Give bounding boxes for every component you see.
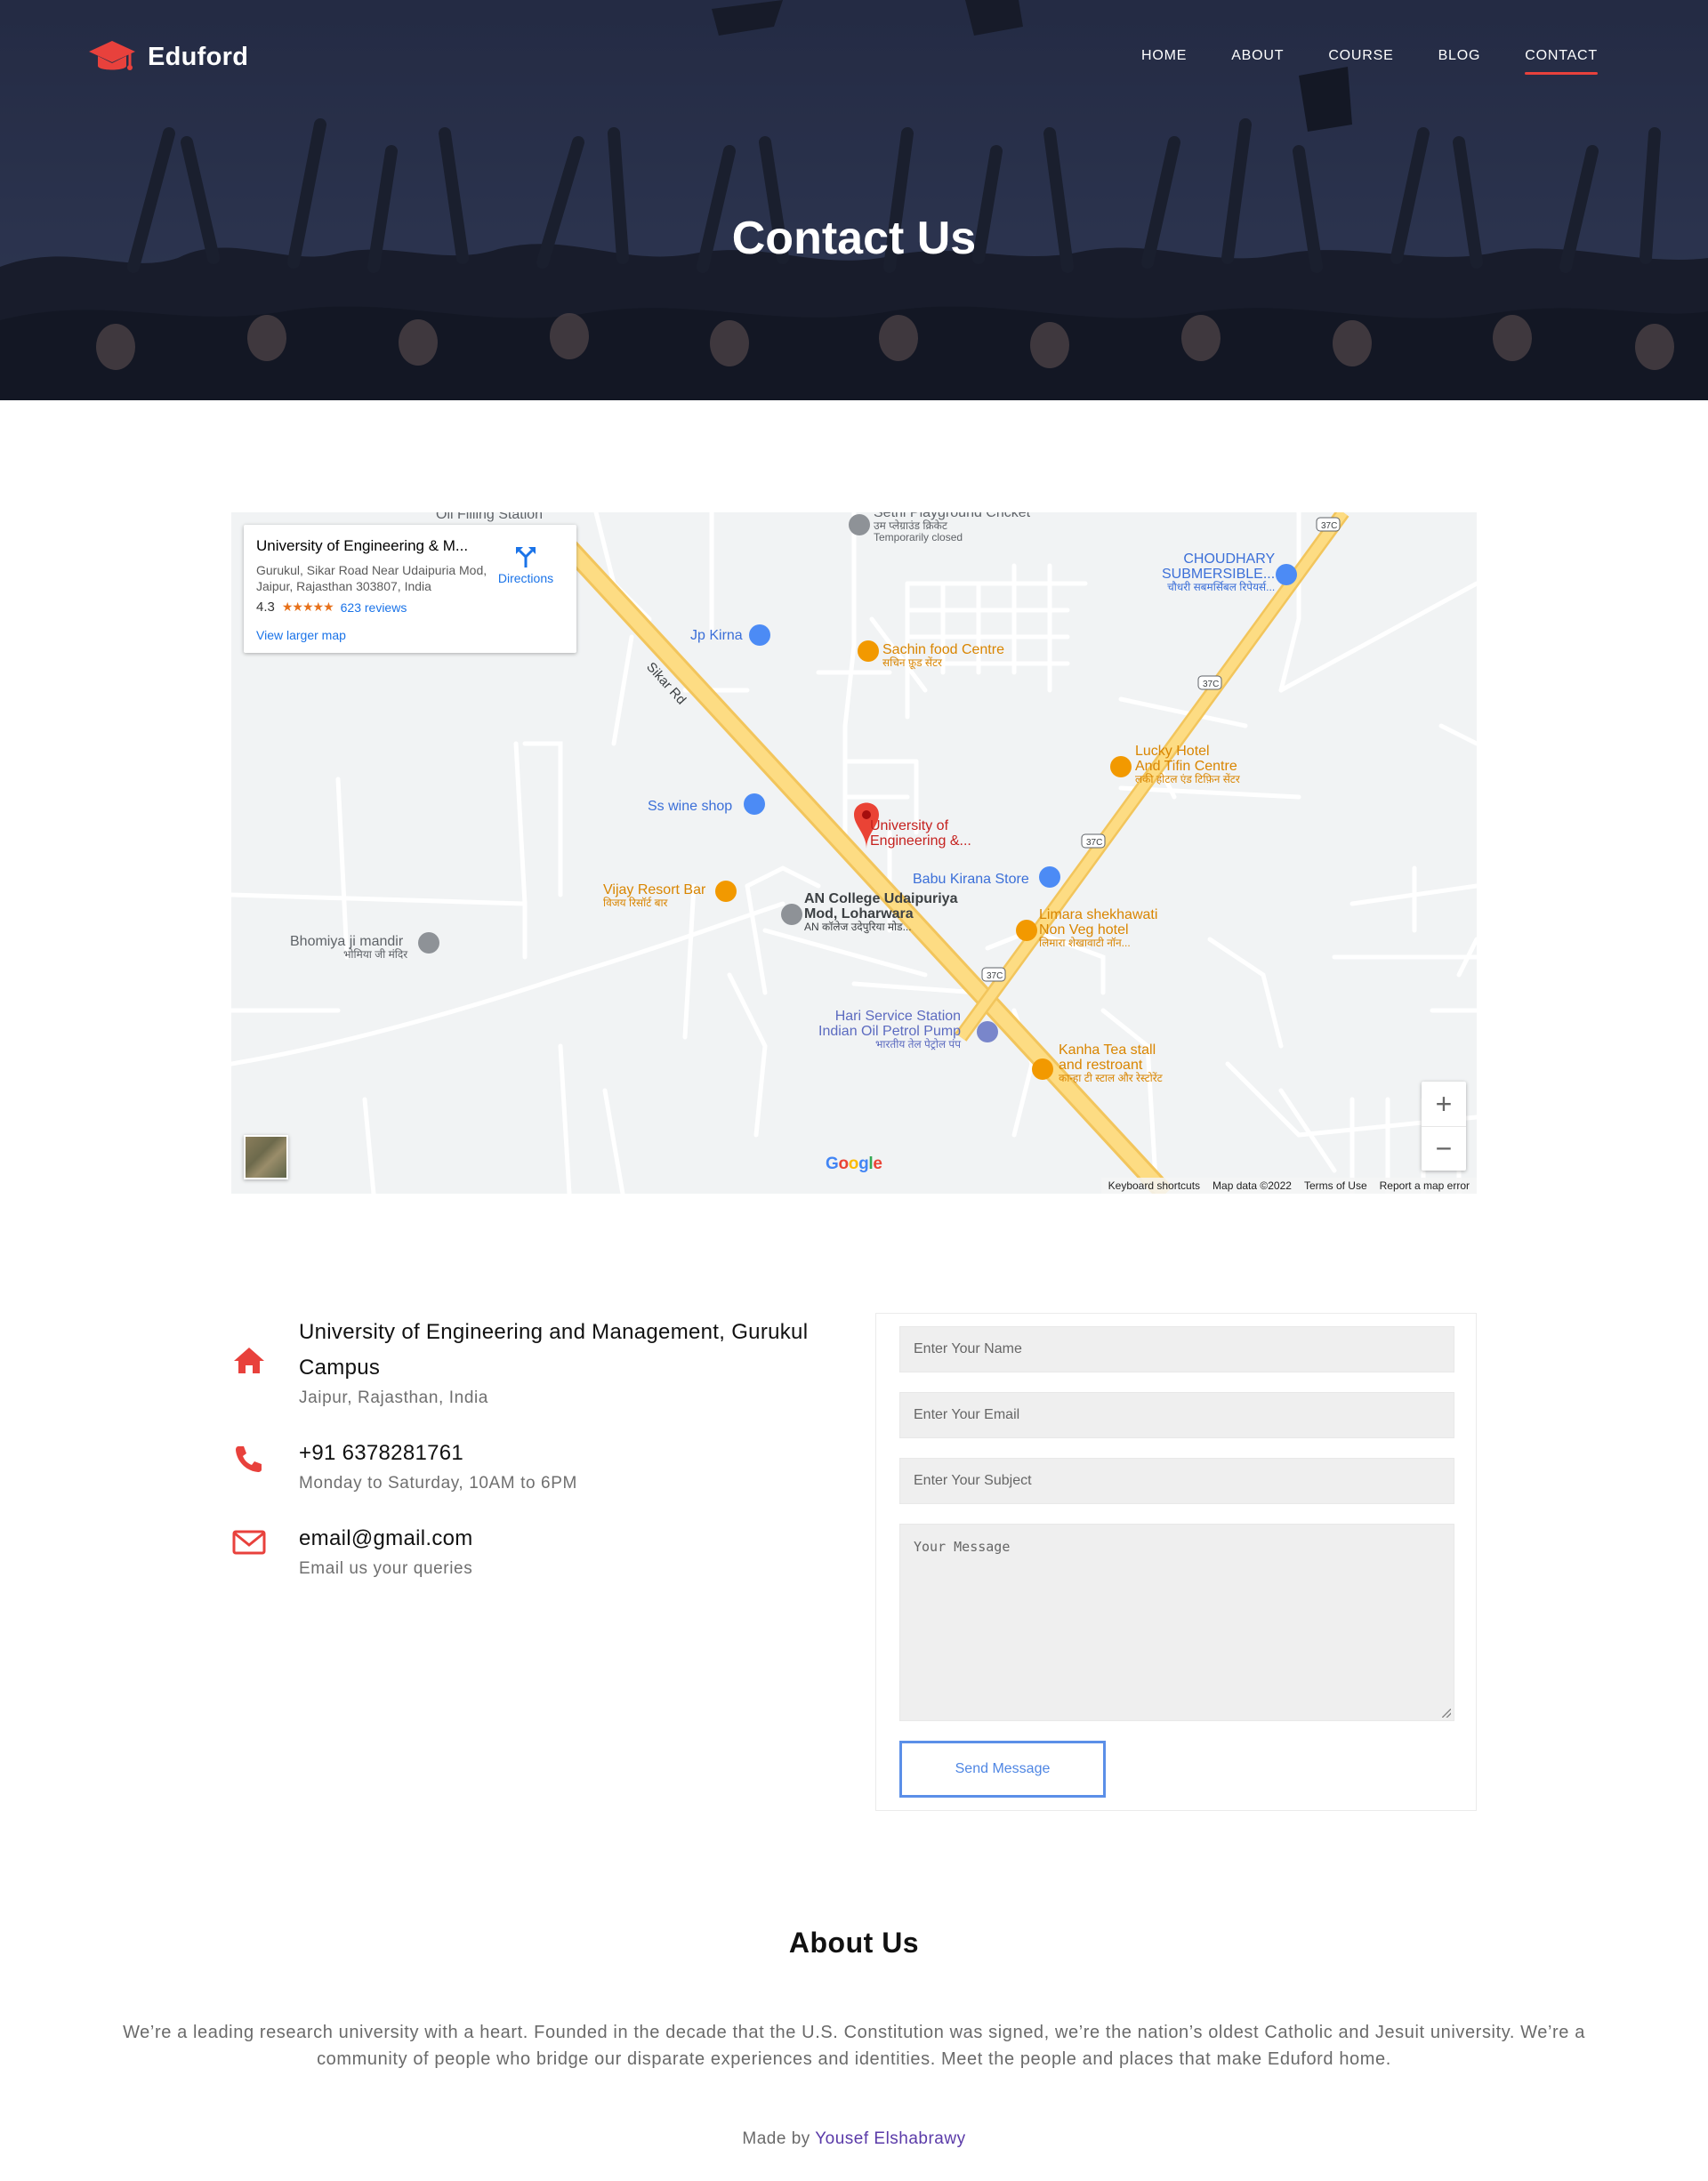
mail-icon: [232, 1530, 266, 1555]
star-rating-icon: ★★★★★: [281, 600, 334, 614]
address-block: University of Engineering and Management…: [231, 1315, 818, 1411]
email-address[interactable]: email@gmail.com: [299, 1521, 818, 1557]
send-message-button[interactable]: Send Message: [899, 1741, 1106, 1798]
zoom-out-button[interactable]: −: [1422, 1126, 1466, 1171]
map-label-lucky-hotel: Lucky Hotel And Tifin Centre लकी होटल एंड …: [1135, 744, 1240, 785]
view-larger-map-link[interactable]: View larger map: [256, 628, 346, 642]
map-label-jp-kirna: Jp Kirna: [690, 628, 743, 643]
place-address: Gurukul, Sikar Road Near Udaipuria Mod, …: [256, 563, 487, 593]
map-label-sachin-food: Sachin food Centre सचिन फ़ूड सेंटर: [882, 642, 1004, 669]
nav-about[interactable]: ABOUT: [1231, 48, 1284, 75]
name-input[interactable]: Enter Your Name: [899, 1326, 1454, 1372]
map-label-an-college: AN College Udaipuriya Mod, Loharwara AN कॉ…: [804, 891, 958, 933]
phone-number[interactable]: +91 6378281761: [299, 1436, 818, 1471]
directions-icon: [516, 547, 536, 567]
directions-label: Directions: [497, 571, 554, 585]
contact-info: University of Engineering and Management…: [231, 1315, 818, 1581]
phone-hours: Monday to Saturday, 10AM to 6PM: [299, 1474, 577, 1493]
message-placeholder: Your Message: [914, 1539, 1011, 1555]
map-label-university: University of Engineering &...: [870, 818, 971, 849]
about-title: About Us: [788, 1927, 920, 1959]
about-text: We’re a leading research university with…: [123, 2023, 1585, 2069]
google-logo: Google: [826, 1155, 882, 1173]
contact-form: Enter Your Name Enter Your Email Enter Y…: [875, 1313, 1477, 1811]
map-label-babu-kirana: Babu Kirana Store: [913, 872, 1029, 887]
made-by-prefix: Made by: [742, 2129, 810, 2148]
rating-value: 4.3: [256, 600, 275, 615]
map-data-text: Map data ©2022: [1213, 1179, 1292, 1192]
keyboard-shortcuts-link[interactable]: Keyboard shortcuts: [1108, 1179, 1200, 1192]
route-badge: 37C: [987, 971, 1003, 981]
author-link[interactable]: Yousef Elshabrawy: [815, 2129, 965, 2148]
route-badge: 37C: [1086, 838, 1103, 848]
page-title: Contact Us: [731, 213, 977, 264]
satellite-toggle[interactable]: [244, 1135, 288, 1179]
map-label-bhomiya: Bhomiya ji mandir भोमिया जी मंदिर: [290, 934, 408, 961]
email-input[interactable]: Enter Your Email: [899, 1392, 1454, 1438]
zoom-controls: + −: [1422, 1082, 1466, 1171]
map-label-playground: Sethi Playground Cricket उम प्लेग्राउंड क…: [874, 512, 1031, 543]
route-badge: 37C: [1203, 680, 1220, 689]
place-rating: 4.3 ★★★★★ 623 reviews: [256, 600, 564, 615]
main-nav: HOME ABOUT COURSE BLOG CONTACT: [1141, 48, 1598, 75]
map-attribution-bar: Keyboard shortcuts Map data ©2022 Terms …: [1100, 1178, 1477, 1194]
message-textarea[interactable]: Your Message: [899, 1524, 1454, 1721]
hero-banner: Eduford HOME ABOUT COURSE BLOG CONTACT C…: [0, 0, 1708, 400]
brand-logo[interactable]: Eduford: [87, 36, 248, 78]
phone-block: +91 6378281761 Monday to Saturday, 10AM …: [231, 1436, 818, 1496]
place-name: University of Engineering & M...: [256, 537, 469, 554]
home-icon: [234, 1348, 264, 1373]
map-label-vijay-resort: Vijay Resort Bar विजय रिसॉर्ट बार: [603, 882, 706, 909]
address-sub: Jaipur, Rajasthan, India: [299, 1388, 488, 1407]
report-error-link[interactable]: Report a map error: [1380, 1179, 1470, 1192]
nav-course[interactable]: COURSE: [1328, 48, 1393, 75]
directions-button[interactable]: Directions: [495, 544, 557, 585]
place-info-card: University of Engineering & M... Gurukul…: [244, 525, 576, 653]
reviews-link[interactable]: 623 reviews: [341, 600, 407, 615]
map-label-choudhary: CHOUDHARY SUBMERSIBLE... चौधरी सबमर्सिबल र…: [1162, 551, 1276, 593]
map-label-hari-service: Hari Service Station Indian Oil Petrol Pu…: [818, 1009, 962, 1050]
zoom-in-button[interactable]: +: [1422, 1082, 1466, 1126]
email-sub: Email us your queries: [299, 1559, 473, 1578]
nav-contact[interactable]: CONTACT: [1525, 48, 1598, 75]
subject-input[interactable]: Enter Your Subject: [899, 1458, 1454, 1504]
resize-handle-icon[interactable]: [1442, 1709, 1451, 1718]
nav-blog[interactable]: BLOG: [1438, 48, 1481, 75]
address-title: University of Engineering and Management…: [299, 1320, 809, 1380]
email-block: email@gmail.com Email us your queries: [231, 1521, 818, 1581]
nav-home[interactable]: HOME: [1141, 48, 1187, 75]
made-by-footer: Made by Yousef Elshabrawy: [0, 2129, 1708, 2149]
map-label-kanha-tea: Kanha Tea stall and restroant कान्हा टी स्…: [1059, 1042, 1163, 1084]
phone-icon: [236, 1446, 262, 1472]
google-map[interactable]: Sethi Playground Cricket उम प्लेग्राउंड क…: [231, 512, 1477, 1194]
map-label-filling-station: Oil Filling Station: [436, 512, 544, 522]
route-badge: 37C: [1321, 521, 1338, 531]
map-label-ss-wine: Ss wine shop: [648, 799, 733, 814]
terms-link[interactable]: Terms of Use: [1304, 1179, 1367, 1192]
map-label-limara: Limara shekhawati Non Veg hotel लिमारा शेख…: [1039, 907, 1158, 949]
graduation-cap-icon: [89, 41, 135, 70]
brand-name: Eduford: [148, 42, 249, 71]
